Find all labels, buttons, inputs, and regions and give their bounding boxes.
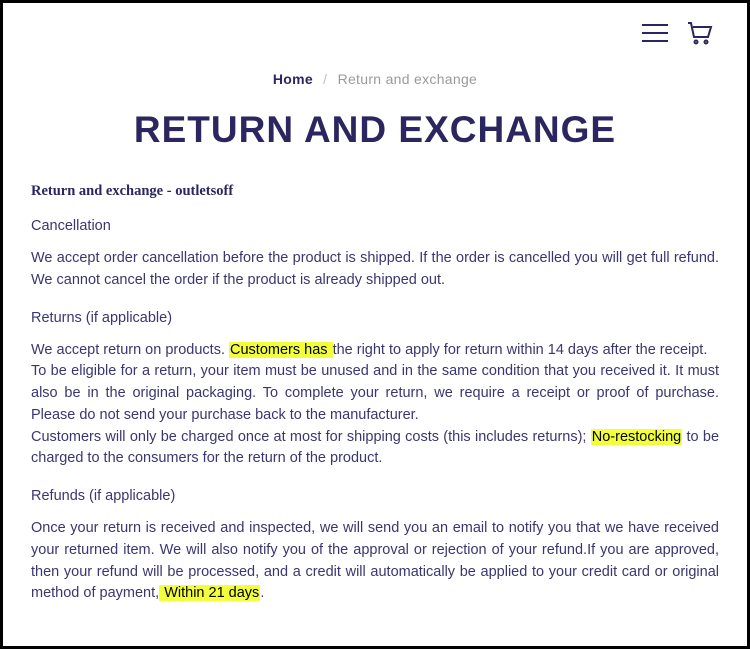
highlight-within-21-days: Within 21 days [159,585,260,601]
cart-icon[interactable] [687,21,713,45]
highlight-no-restocking: No-restocking [591,429,682,445]
returns-body: We accept return on products. Customers … [31,340,719,471]
refunds-body: Once your return is received and inspect… [31,518,719,605]
refunds-heading: Refunds (if applicable) [31,488,719,504]
returns-heading: Returns (if applicable) [31,310,719,326]
cancellation-body: We accept order cancellation before the … [31,248,719,292]
refunds-text-1b: . [260,585,264,601]
menu-icon[interactable] [641,23,669,43]
returns-text-3a: Customers will only be charged once at m… [31,429,591,445]
returns-text-2: To be eligible for a return, your item m… [31,361,719,426]
page-title: RETURN AND EXCHANGE [31,109,719,151]
top-bar [31,21,719,45]
highlight-customers-has: Customers has [229,342,333,358]
breadcrumb-current: Return and exchange [338,71,478,87]
breadcrumb-separator: / [323,71,327,87]
cancellation-heading: Cancellation [31,218,719,234]
returns-text-1a: We accept return on products. [31,342,229,358]
refunds-text-1a: Once your return is received and inspect… [31,520,719,601]
breadcrumb-home-link[interactable]: Home [273,71,313,87]
page-subtitle: Return and exchange - outletsoff [31,183,719,200]
returns-text-1b: the right to apply for return within 14 … [333,342,708,358]
breadcrumb: Home / Return and exchange [31,71,719,87]
